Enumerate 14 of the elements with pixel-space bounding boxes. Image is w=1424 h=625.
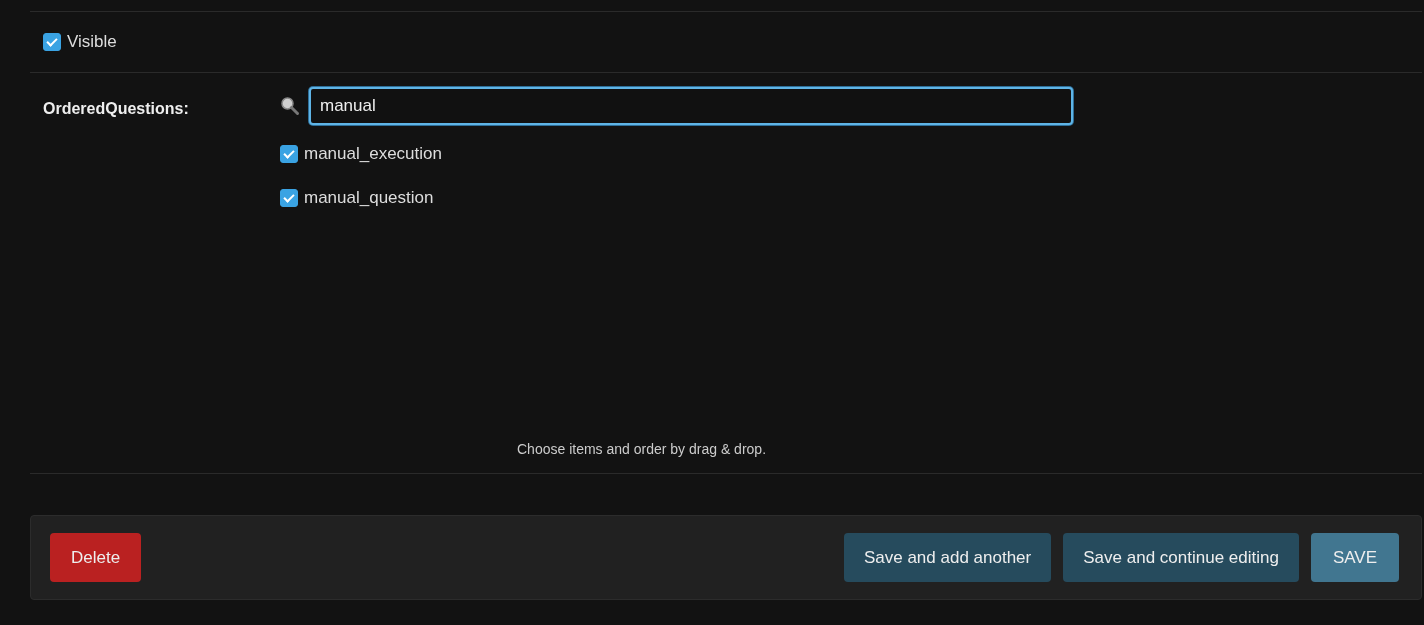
save-button[interactable]: Save and continue editing bbox=[1063, 533, 1299, 582]
delete-button[interactable]: Delete bbox=[50, 533, 142, 582]
checkbox[interactable] bbox=[280, 145, 298, 163]
save-button[interactable]: SAVE bbox=[1310, 533, 1399, 582]
checkbox-label: manual_question bbox=[304, 188, 434, 208]
search-field[interactable]: manual bbox=[309, 87, 1073, 125]
help-text: Choose items and order by drag & drop. bbox=[516, 441, 768, 457]
checkbox-label: manual_execution bbox=[304, 144, 442, 164]
checkbox-label: Visible bbox=[67, 32, 117, 52]
search-icon bbox=[280, 96, 300, 116]
field-label: OrderedQuestions: bbox=[43, 99, 190, 119]
checkbox[interactable] bbox=[280, 189, 298, 207]
checkbox[interactable] bbox=[43, 33, 61, 51]
save-button[interactable]: Save and add another bbox=[843, 533, 1052, 582]
